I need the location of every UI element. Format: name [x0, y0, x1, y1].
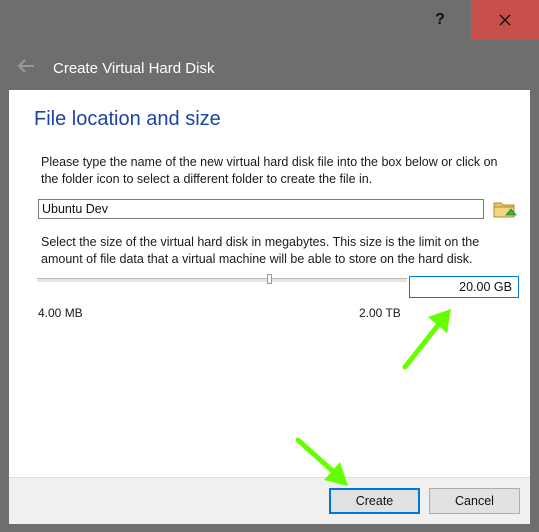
- close-button[interactable]: [471, 0, 539, 40]
- slider-track[interactable]: [37, 278, 407, 283]
- close-icon: [499, 14, 511, 26]
- help-button[interactable]: ?: [417, 0, 463, 40]
- section-title: File location and size: [34, 108, 221, 130]
- size-slider[interactable]: [37, 270, 407, 288]
- size-min-label: 4.00 MB: [38, 306, 83, 320]
- dialog-title: Create Virtual Hard Disk: [53, 60, 215, 77]
- size-description: Select the size of the virtual hard disk…: [41, 235, 480, 266]
- window-titlebar: ?: [0, 0, 539, 40]
- dialog-footer: Create Cancel: [9, 477, 530, 524]
- create-button[interactable]: Create: [329, 488, 420, 514]
- slider-handle[interactable]: [267, 274, 272, 284]
- size-input[interactable]: [409, 276, 519, 298]
- folder-icon: [493, 202, 517, 218]
- size-max-label: 2.00 TB: [359, 306, 401, 320]
- file-location-description: Please type the name of the new virtual …: [41, 155, 498, 186]
- back-arrow-icon[interactable]: [16, 56, 36, 76]
- dialog-header: Create Virtual Hard Disk: [0, 40, 539, 90]
- choose-folder-button[interactable]: [492, 197, 518, 221]
- wizard-page: File location and size Please type the n…: [9, 90, 530, 477]
- cancel-button[interactable]: Cancel: [429, 488, 520, 514]
- file-name-input[interactable]: [38, 199, 484, 219]
